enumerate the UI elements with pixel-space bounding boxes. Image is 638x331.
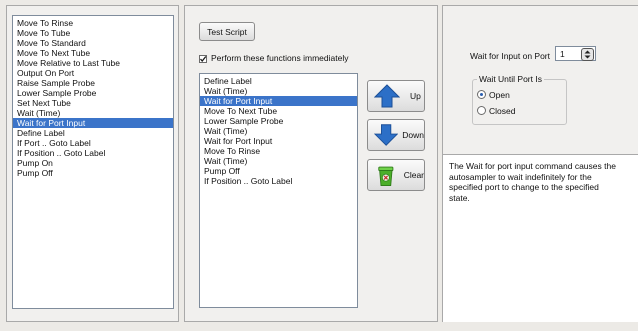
open-label: Open xyxy=(489,90,510,100)
port-value: 1 xyxy=(560,49,565,59)
closed-radio[interactable] xyxy=(477,106,486,115)
command-list-item[interactable]: Output On Port xyxy=(13,68,173,78)
description-text: The Wait for port input command causes t… xyxy=(449,161,616,203)
command-list-item[interactable]: Pump Off xyxy=(13,168,173,178)
script-list[interactable]: Define Label Wait (Time) Wait for Port Inp… xyxy=(199,73,358,308)
script-list-item[interactable]: Wait (Time) xyxy=(200,126,357,136)
trash-bin-icon xyxy=(378,166,394,187)
script-list-item[interactable]: Lower Sample Probe xyxy=(200,116,357,126)
open-radio[interactable] xyxy=(477,90,486,99)
port-label: Wait for Input on Port xyxy=(470,51,550,61)
test-script-button[interactable]: Test Script xyxy=(199,22,255,41)
script-panel: Test Script Perform these functions imme… xyxy=(184,5,438,322)
up-label: Up xyxy=(410,91,421,101)
perform-immediately-label: Perform these functions immediately xyxy=(211,53,349,63)
wait-until-title: Wait Until Port Is xyxy=(477,74,544,84)
script-list-item[interactable]: Move To Next Tube xyxy=(200,106,357,116)
spinner-buttons[interactable] xyxy=(581,48,594,61)
command-list-item[interactable]: Pump On xyxy=(13,158,173,168)
command-list-item[interactable]: Move To Next Tube xyxy=(13,48,173,58)
command-list-item[interactable]: Set Next Tube xyxy=(13,98,173,108)
script-list-item[interactable]: Wait (Time) xyxy=(200,156,357,166)
down-label: Down xyxy=(402,130,424,140)
test-script-label: Test Script xyxy=(207,26,247,37)
properties-panel: Wait for Input on Port 1 Wait Until Port… xyxy=(442,5,638,322)
command-list-item[interactable]: Define Label xyxy=(13,128,173,138)
up-arrow-icon xyxy=(374,84,400,108)
script-list-item[interactable]: Define Label xyxy=(200,76,357,86)
command-list-item[interactable]: Lower Sample Probe xyxy=(13,88,173,98)
command-list-item[interactable]: Move To Rinse xyxy=(13,18,173,28)
checkmark-icon xyxy=(200,56,207,63)
wait-until-groupbox xyxy=(472,79,567,125)
clear-label: Clear xyxy=(403,170,424,180)
commands-panel: Move To Rinse Move To Tube Move To Standar… xyxy=(6,5,179,322)
script-list-item[interactable]: Wait for Port Input xyxy=(200,136,357,146)
port-spinner[interactable]: 1 xyxy=(555,46,596,61)
description-box: The Wait for port input command causes t… xyxy=(443,154,638,322)
command-list-item[interactable]: Move Relative to Last Tube xyxy=(13,58,173,68)
down-button[interactable]: Down xyxy=(367,119,425,151)
up-button[interactable]: Up xyxy=(367,80,425,112)
command-list-item[interactable]: Move To Tube xyxy=(13,28,173,38)
commands-list[interactable]: Move To Rinse Move To Tube Move To Standar… xyxy=(12,15,174,309)
closed-label: Closed xyxy=(489,106,516,116)
script-list-item[interactable]: Move To Rinse xyxy=(200,146,357,156)
spinner-arrows-icon xyxy=(584,50,591,59)
command-list-item[interactable]: Raise Sample Probe xyxy=(13,78,173,88)
command-list-item[interactable]: Wait (Time) xyxy=(13,108,173,118)
script-list-item[interactable]: Wait (Time) xyxy=(200,86,357,96)
command-list-item[interactable]: If Port .. Goto Label xyxy=(13,138,173,148)
script-list-item[interactable]: If Position .. Goto Label xyxy=(200,176,357,186)
perform-immediately-checkbox[interactable] xyxy=(199,55,207,63)
command-list-item[interactable]: Move To Standard xyxy=(13,38,173,48)
clear-button[interactable]: Clear xyxy=(367,159,425,191)
command-list-item[interactable]: Wait for Port Input xyxy=(13,118,173,128)
down-arrow-icon xyxy=(374,124,399,146)
script-list-item[interactable]: Pump Off xyxy=(200,166,357,176)
settings-area: Wait for Input on Port 1 Wait Until Port… xyxy=(443,6,638,154)
script-list-item[interactable]: Wait for Port Input xyxy=(200,96,357,106)
command-list-item[interactable]: If Position .. Goto Label xyxy=(13,148,173,158)
